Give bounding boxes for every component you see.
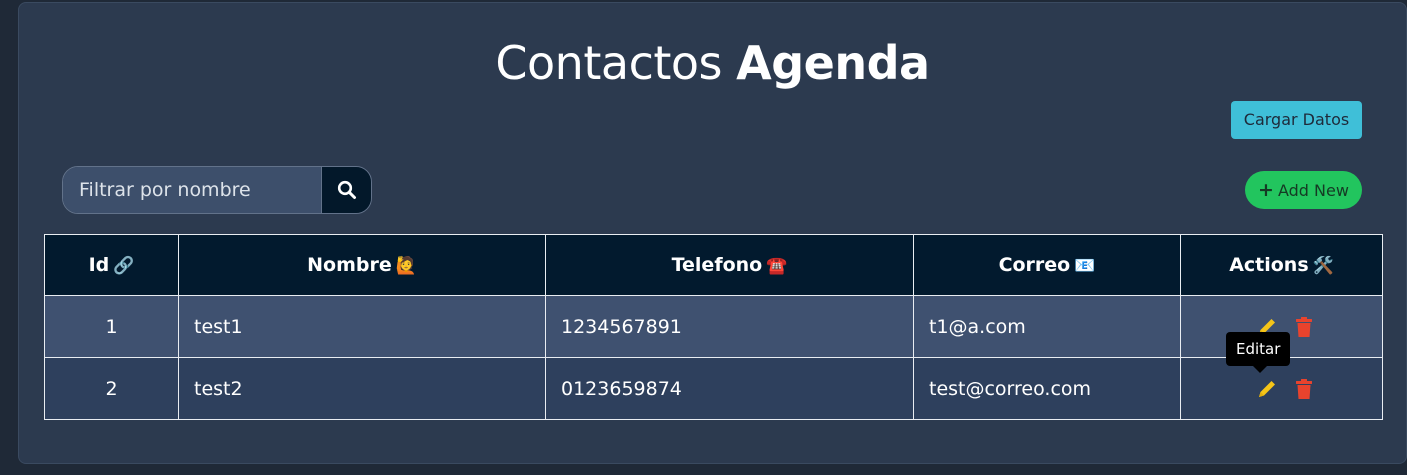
cell-telefono: 1234567891 <box>545 295 914 358</box>
search-group <box>62 166 372 214</box>
tools-icon: 🛠️ <box>1312 256 1334 276</box>
trash-icon <box>1295 316 1312 337</box>
column-header-actions: Actions 🛠️ <box>1180 234 1383 296</box>
trash-icon <box>1295 378 1312 399</box>
delete-button[interactable] <box>1295 316 1312 337</box>
edit-button[interactable] <box>1256 378 1278 400</box>
raising-hand-icon: 🙋 <box>395 256 417 276</box>
cell-actions: Editar <box>1180 295 1383 373</box>
email-icon: 📧 <box>1074 256 1096 276</box>
cell-id: 1 <box>44 295 179 358</box>
column-header-telefono[interactable]: Telefono ☎️ <box>545 234 914 296</box>
cell-actions <box>1180 357 1383 420</box>
cell-id: 2 <box>44 357 179 420</box>
search-icon <box>337 180 356 199</box>
table-header-row: Id 🔗 Nombre 🙋 Telefono ☎️ Correo 📧 Actions 🛠️ <box>44 234 1383 296</box>
contacts-card: Contactos Agenda Cargar Datos + Add New … <box>18 2 1407 464</box>
add-new-button[interactable]: + Add New <box>1245 171 1362 209</box>
plus-icon: + <box>1258 178 1274 201</box>
telephone-icon: ☎️ <box>766 256 788 276</box>
link-icon: 🔗 <box>113 256 135 276</box>
cell-correo: t1@a.com <box>913 295 1181 358</box>
pencil-icon <box>1258 380 1275 397</box>
delete-button[interactable] <box>1295 378 1312 399</box>
table-row: 1 test1 1234567891 t1@a.com Editar <box>44 295 1383 373</box>
cell-correo: test@correo.com <box>913 357 1181 420</box>
add-new-label: Add New <box>1277 180 1349 200</box>
load-data-button[interactable]: Cargar Datos <box>1231 101 1362 139</box>
table-row: 2 test2 0123659874 test@correo.com <box>44 357 1383 420</box>
cell-nombre: test2 <box>178 357 546 420</box>
cell-nombre: test1 <box>178 295 546 358</box>
contacts-table: Id 🔗 Nombre 🙋 Telefono ☎️ Correo 📧 Actions 🛠️… <box>44 234 1383 420</box>
column-header-correo[interactable]: Correo 📧 <box>913 234 1181 296</box>
page-title: Contactos Agenda <box>19 35 1406 91</box>
title-light: Contactos <box>495 36 722 90</box>
cell-telefono: 0123659874 <box>545 357 914 420</box>
edit-tooltip: Editar <box>1226 332 1291 373</box>
search-button[interactable] <box>321 167 371 213</box>
search-input[interactable] <box>63 167 321 213</box>
column-header-nombre[interactable]: Nombre 🙋 <box>178 234 546 296</box>
title-bold: Agenda <box>736 36 930 90</box>
column-header-id[interactable]: Id 🔗 <box>44 234 179 296</box>
